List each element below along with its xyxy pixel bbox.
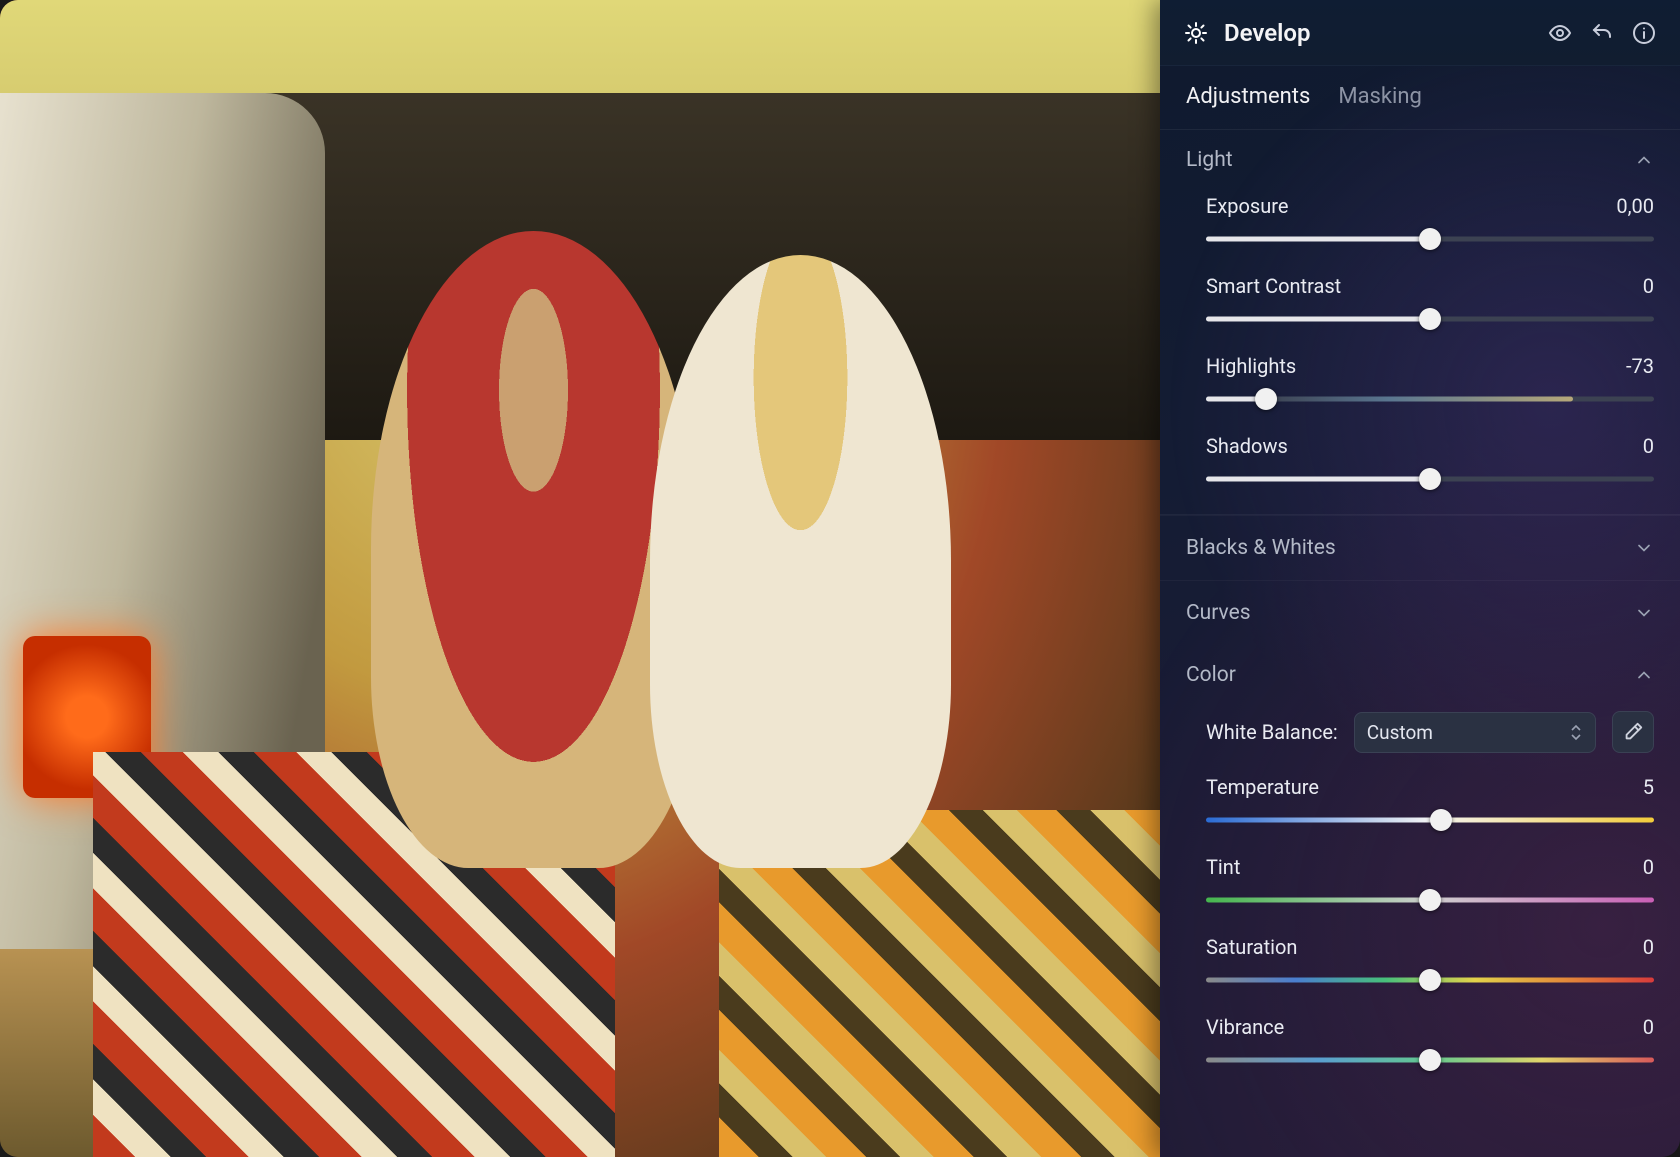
- control-temperature: Temperature 5: [1160, 767, 1680, 847]
- section-light-header[interactable]: Light: [1160, 130, 1680, 186]
- white-balance-selected: Custom: [1367, 721, 1433, 744]
- exposure-label: Exposure: [1206, 194, 1288, 218]
- slider-thumb[interactable]: [1419, 1049, 1441, 1071]
- section-blacks-whites-title: Blacks & Whites: [1186, 536, 1336, 560]
- slider-thumb[interactable]: [1419, 308, 1441, 330]
- slider-fill: [1206, 477, 1430, 482]
- control-exposure: Exposure 0,00: [1160, 186, 1680, 266]
- temperature-value[interactable]: 5: [1643, 775, 1654, 799]
- white-balance-select[interactable]: Custom: [1354, 712, 1596, 753]
- photo-canvas[interactable]: [0, 0, 1160, 1157]
- highlights-slider[interactable]: [1206, 388, 1654, 410]
- saturation-label: Saturation: [1206, 935, 1297, 959]
- control-saturation: Saturation 0: [1160, 927, 1680, 1007]
- control-shadows: Shadows 0: [1160, 426, 1680, 506]
- slider-thumb[interactable]: [1419, 889, 1441, 911]
- slider-fill: [1206, 317, 1430, 322]
- slider-thumb[interactable]: [1419, 228, 1441, 250]
- slider-thumb[interactable]: [1419, 969, 1441, 991]
- select-stepper-icon: [1569, 724, 1583, 741]
- tint-value[interactable]: 0: [1643, 855, 1654, 879]
- white-balance-label: White Balance:: [1206, 720, 1338, 744]
- section-light-title: Light: [1186, 148, 1233, 172]
- vibrance-slider[interactable]: [1206, 1049, 1654, 1071]
- section-curves-header[interactable]: Curves: [1160, 580, 1680, 645]
- chevron-down-icon: [1634, 538, 1654, 558]
- shadows-label: Shadows: [1206, 434, 1288, 458]
- section-color-title: Color: [1186, 663, 1236, 687]
- section-curves-title: Curves: [1186, 601, 1251, 625]
- develop-icon: [1182, 19, 1210, 47]
- saturation-slider[interactable]: [1206, 969, 1654, 991]
- panel-title: Develop: [1224, 19, 1532, 47]
- white-balance-row: White Balance: Custom: [1160, 701, 1680, 767]
- exposure-slider[interactable]: [1206, 228, 1654, 250]
- slider-gradient-right: [1266, 397, 1573, 402]
- control-highlights: Highlights -73: [1160, 346, 1680, 426]
- photo-region-person-left: [371, 231, 696, 867]
- chevron-up-icon: [1634, 150, 1654, 170]
- chevron-up-icon: [1634, 665, 1654, 685]
- vibrance-label: Vibrance: [1206, 1015, 1284, 1039]
- app-root: Develop Adjustments Masking: [0, 0, 1680, 1157]
- info-icon[interactable]: [1630, 19, 1658, 47]
- smart-contrast-label: Smart Contrast: [1206, 274, 1341, 298]
- section-blacks-whites-header[interactable]: Blacks & Whites: [1160, 515, 1680, 580]
- tint-slider[interactable]: [1206, 889, 1654, 911]
- control-smart-contrast: Smart Contrast 0: [1160, 266, 1680, 346]
- photo-region-person-right: [650, 255, 952, 868]
- section-color-header[interactable]: Color: [1160, 645, 1680, 701]
- smart-contrast-slider[interactable]: [1206, 308, 1654, 330]
- panel-scroll[interactable]: Light Exposure 0,00 Smart Contras: [1160, 130, 1680, 1157]
- saturation-value[interactable]: 0: [1643, 935, 1654, 959]
- white-balance-picker-button[interactable]: [1612, 711, 1654, 753]
- slider-thumb[interactable]: [1430, 809, 1452, 831]
- panel-header: Develop: [1160, 0, 1680, 66]
- vibrance-value[interactable]: 0: [1643, 1015, 1654, 1039]
- control-vibrance: Vibrance 0: [1160, 1007, 1680, 1087]
- slider-fill: [1206, 237, 1430, 242]
- control-tint: Tint 0: [1160, 847, 1680, 927]
- tab-adjustments[interactable]: Adjustments: [1186, 84, 1310, 113]
- temperature-slider[interactable]: [1206, 809, 1654, 831]
- tint-label: Tint: [1206, 855, 1240, 879]
- slider-thumb[interactable]: [1419, 468, 1441, 490]
- exposure-value[interactable]: 0,00: [1616, 194, 1654, 218]
- chevron-down-icon: [1634, 603, 1654, 623]
- develop-panel: Develop Adjustments Masking: [1160, 0, 1680, 1157]
- smart-contrast-value[interactable]: 0: [1643, 274, 1654, 298]
- highlights-value[interactable]: -73: [1626, 354, 1654, 378]
- tab-masking[interactable]: Masking: [1338, 84, 1422, 113]
- preview-toggle-icon[interactable]: [1546, 19, 1574, 47]
- shadows-value[interactable]: 0: [1643, 434, 1654, 458]
- panel-tabs: Adjustments Masking: [1160, 66, 1680, 130]
- shadows-slider[interactable]: [1206, 468, 1654, 490]
- slider-thumb[interactable]: [1255, 388, 1277, 410]
- undo-icon[interactable]: [1588, 19, 1616, 47]
- temperature-label: Temperature: [1206, 775, 1319, 799]
- highlights-label: Highlights: [1206, 354, 1296, 378]
- eyedropper-icon: [1622, 721, 1644, 743]
